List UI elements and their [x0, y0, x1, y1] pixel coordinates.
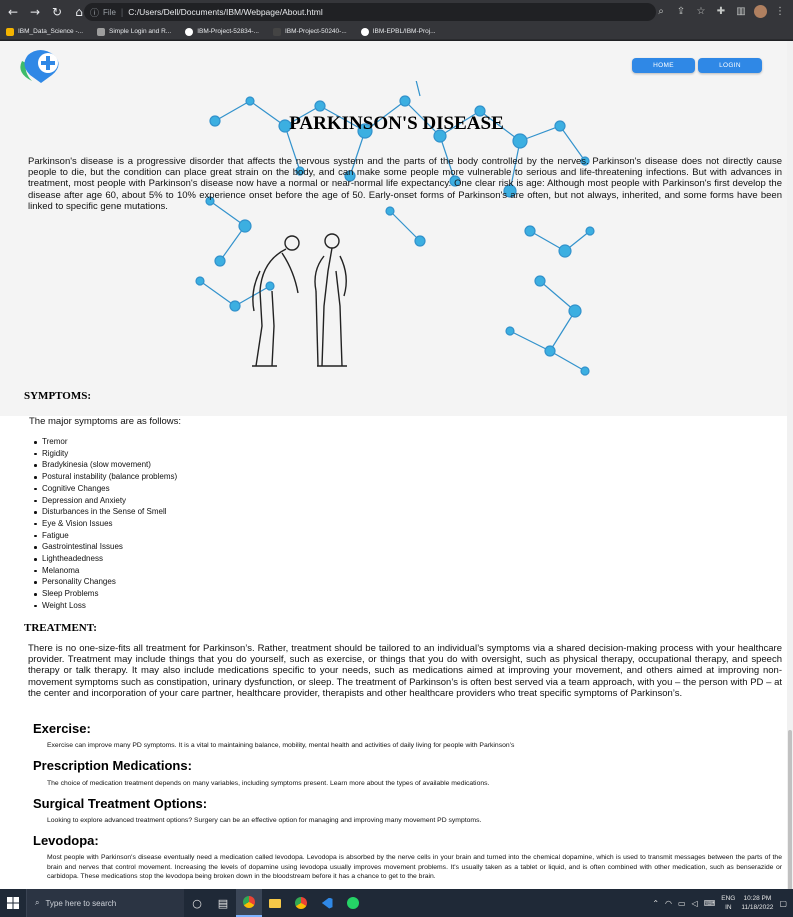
bookmark-star-icon[interactable]: ☆: [694, 4, 708, 18]
list-item: Depression and Anxiety: [33, 495, 177, 507]
list-item: Rigidity: [33, 448, 177, 460]
medications-text: The choice of medication treatment depen…: [47, 780, 490, 787]
exercise-text: Exercise can improve many PD symptoms. I…: [47, 742, 515, 749]
page-scrollbar[interactable]: [787, 41, 793, 900]
bookmark-item[interactable]: Simple Login and R...: [97, 27, 172, 36]
widgets-icon[interactable]: ▤: [210, 889, 236, 917]
bookmark-label: IBM-EPBL/IBM-Proj...: [372, 28, 436, 35]
list-item: Lightheadedness: [33, 553, 177, 565]
list-item: Tremor: [33, 436, 177, 448]
windows-taskbar: ⌕ Type here to search ○ ▤ ⌃ ◠ ▭ ◁ ⌨ ENG …: [0, 889, 793, 917]
web-page: HOME LOGIN PARKINSON'S DISEASE Parkinson…: [0, 41, 793, 889]
surgical-text: Looking to explore advanced treatment op…: [47, 817, 482, 824]
bookmark-label: Simple Login and R...: [109, 28, 172, 35]
extensions-icon[interactable]: ✚: [714, 4, 728, 18]
zoom-icon[interactable]: ⌕: [654, 4, 668, 18]
bookmarks-bar: IBM_Data_Science -... Simple Login and R…: [0, 24, 793, 40]
github-icon: [360, 27, 369, 36]
bookmark-item[interactable]: IBM-Project-50240-...: [272, 27, 347, 36]
symptoms-heading: SYMPTOMS:: [24, 390, 92, 402]
toolbar-actions: ⌕ ⇪ ☆ ✚ ▥ ⋮: [654, 4, 787, 18]
file-explorer-icon[interactable]: [262, 889, 288, 917]
profile-avatar[interactable]: [754, 4, 767, 18]
menu-icon[interactable]: ⋮: [773, 4, 787, 18]
intro-paragraph: Parkinson's disease is a progressive dis…: [28, 156, 782, 212]
login-button[interactable]: LOGIN: [698, 58, 762, 73]
health-logo-icon[interactable]: [14, 47, 66, 85]
exercise-heading: Exercise:: [33, 721, 91, 736]
share-icon[interactable]: ⇪: [674, 4, 688, 18]
medications-heading: Prescription Medications:: [33, 758, 192, 773]
list-item: Sleep Problems: [33, 588, 177, 600]
list-item: Personality Changes: [33, 576, 177, 588]
hero-section: HOME LOGIN PARKINSON'S DISEASE Parkinson…: [0, 41, 793, 416]
battery-icon[interactable]: ▭: [678, 899, 686, 908]
search-placeholder: Type here to search: [45, 898, 117, 908]
list-item: Melanoma: [33, 565, 177, 577]
lang-code: ENG: [721, 895, 736, 902]
bookmark-favicon-icon: [272, 27, 281, 36]
info-icon[interactable]: ⓘ: [90, 6, 99, 19]
levodopa-text: Most people with Parkinson's disease eve…: [47, 854, 782, 881]
chrome-alt-taskbar-icon[interactable]: [288, 889, 314, 917]
bookmark-label: IBM_Data_Science -...: [18, 28, 84, 35]
list-item: Weight Loss: [33, 600, 177, 612]
list-item: Bradykinesia (slow movement): [33, 459, 177, 471]
keyboard-icon[interactable]: ⌨: [704, 899, 716, 908]
symptoms-intro: The major symptoms are as follows:: [29, 416, 182, 427]
language-indicator[interactable]: ENG IN: [721, 894, 735, 912]
treatment-heading: TREATMENT:: [24, 622, 97, 634]
list-item: Disturbances in the Sense of Smell: [33, 506, 177, 518]
chrome-taskbar-icon[interactable]: [236, 889, 262, 917]
chevron-up-icon[interactable]: ⌃: [652, 899, 659, 908]
back-icon[interactable]: ←: [4, 3, 22, 21]
wifi-icon[interactable]: ◠: [665, 899, 672, 908]
symptoms-list: Tremor Rigidity Bradykinesia (slow movem…: [33, 436, 178, 612]
list-item: Gastrointestinal Issues: [33, 541, 177, 553]
search-icon: ⌕: [35, 898, 40, 907]
levodopa-heading: Levodopa:: [33, 833, 99, 848]
taskbar-search-input[interactable]: ⌕ Type here to search: [26, 889, 184, 917]
address-divider: |: [120, 7, 124, 17]
page-title: PARKINSON'S DISEASE: [289, 113, 504, 134]
volume-icon[interactable]: ◁: [692, 899, 698, 908]
bookmark-favicon-icon: [97, 27, 106, 36]
vscode-icon[interactable]: [314, 889, 340, 917]
bookmark-item[interactable]: IBM-Project-52834-...: [185, 27, 259, 36]
list-item: Fatigue: [33, 530, 177, 542]
url-text[interactable]: C:/Users/Dell/Documents/IBM/Webpage/Abou…: [128, 7, 322, 17]
reload-icon[interactable]: ↻: [48, 3, 66, 21]
clock-time: 10:28 PM: [743, 895, 772, 902]
clock-date: 11/18/2022: [741, 904, 774, 911]
home-button[interactable]: HOME: [632, 58, 695, 73]
lang-region: IN: [725, 904, 732, 911]
list-item: Cognitive Changes: [33, 483, 177, 495]
windows-start-icon[interactable]: [0, 889, 26, 917]
bookmark-favicon-icon: [6, 27, 14, 36]
system-tray: ⌃ ◠ ▭ ◁ ⌨ ENG IN 10:28 PM 11/18/2022 ▢: [652, 889, 793, 917]
forward-icon[interactable]: →: [26, 3, 44, 21]
github-icon: [185, 27, 194, 36]
surgical-heading: Surgical Treatment Options:: [33, 796, 208, 811]
file-label: File: [103, 7, 116, 17]
notification-icon[interactable]: ▢: [779, 899, 787, 908]
elderly-people-illustration: [252, 233, 347, 367]
whatsapp-icon[interactable]: [340, 889, 366, 917]
bookmark-label: IBM-Project-50240-...: [284, 28, 347, 35]
treatment-paragraph: There is no one-size-fits all treatment …: [28, 643, 782, 699]
list-item: Eye & Vision Issues: [33, 518, 177, 530]
bookmark-item[interactable]: IBM-EPBL/IBM-Proj...: [360, 27, 436, 36]
scrollbar-thumb[interactable]: [788, 730, 792, 900]
bookmark-label: IBM-Project-52834-...: [197, 28, 259, 35]
task-view-icon[interactable]: ○: [184, 889, 210, 917]
browser-toolbar: ← → ↻ ⌂ ⓘ File | C:/Users/Dell/Documents…: [0, 0, 793, 24]
clock[interactable]: 10:28 PM 11/18/2022: [741, 894, 773, 912]
bookmark-item[interactable]: IBM_Data_Science -...: [6, 27, 84, 36]
address-bar[interactable]: ⓘ File | C:/Users/Dell/Documents/IBM/Web…: [84, 3, 656, 21]
side-panel-icon[interactable]: ▥: [734, 4, 748, 18]
list-item: Postural instability (balance problems): [33, 472, 178, 482]
